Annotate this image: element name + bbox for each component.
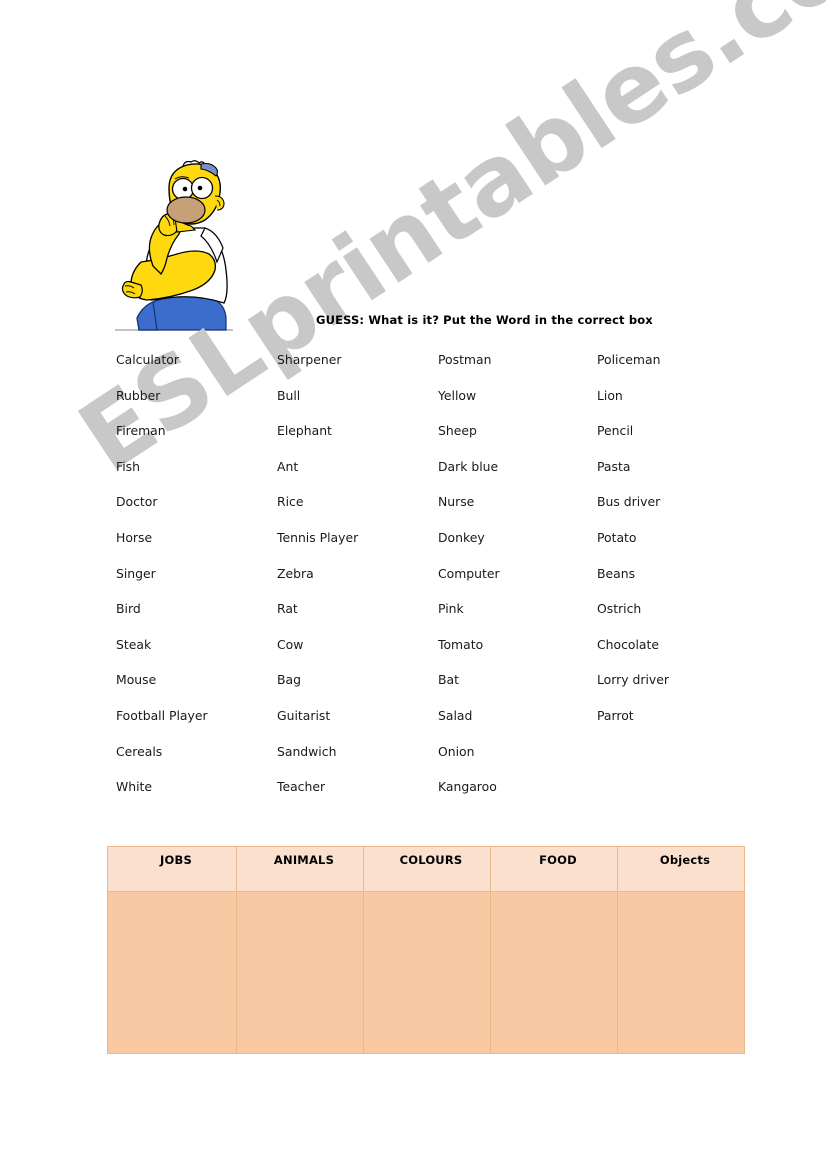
table-header-label: COLOURS [399, 853, 463, 867]
answer-cell-animals[interactable] [236, 891, 364, 1054]
word-item: Fish [116, 458, 140, 474]
table-header-colours: COLOURS [363, 846, 491, 892]
word-item: Parrot [597, 707, 634, 723]
answer-cell-colours[interactable] [363, 891, 491, 1054]
word-item: Mouse [116, 672, 157, 688]
word-item: Salad [438, 707, 473, 723]
word-item: Yellow [438, 387, 477, 403]
word-item: Elephant [277, 423, 332, 439]
word-item: Chocolate [597, 636, 659, 652]
word-item: Teacher [277, 779, 326, 795]
table-header-row: JOBS ANIMALS COLOURS FOOD Objects [107, 846, 745, 892]
table-header-label: ANIMALS [273, 853, 335, 867]
answer-cell-jobs[interactable] [107, 891, 237, 1054]
word-item: Dark blue [438, 458, 499, 474]
word-item: Sandwich [277, 743, 337, 759]
table-header-label: FOOD [539, 853, 577, 867]
word-item: Tennis Player [277, 529, 359, 545]
word-item: Doctor [116, 494, 158, 510]
word-item: Ostrich [597, 601, 642, 617]
word-item: Sheep [438, 423, 477, 439]
table-header-animals: ANIMALS [236, 846, 364, 892]
word-item: Nurse [438, 494, 475, 510]
word-item: Pink [438, 601, 464, 617]
table-row [107, 891, 745, 1054]
word-item: Guitarist [277, 707, 331, 723]
word-item: White [116, 779, 153, 795]
table-header-label: JOBS [160, 853, 192, 867]
word-item: Calculator [116, 352, 179, 367]
word-item: Lion [597, 387, 623, 403]
word-item: Singer [116, 565, 156, 581]
table-header-label: Objects [659, 853, 711, 867]
word-item: Bus driver [597, 494, 661, 510]
word-item: Tomato [438, 636, 484, 652]
word-item: Cow [277, 636, 304, 652]
word-column-2: Sharpener Bull Elephant Ant Rice Tennis … [277, 352, 358, 815]
word-item: Pencil [597, 423, 634, 439]
word-item: Rat [277, 601, 298, 617]
word-item: Bird [116, 601, 141, 617]
word-item: Fireman [116, 423, 166, 439]
word-item: Policeman [597, 352, 661, 367]
word-item: Rice [277, 494, 304, 510]
word-item: Computer [438, 565, 500, 581]
word-item: Horse [116, 529, 153, 545]
table-header-objects: Objects [617, 846, 745, 892]
table-header-jobs: JOBS [107, 846, 237, 892]
word-column-4: Policeman Lion Pencil Pasta Bus driver P… [597, 352, 669, 744]
word-item: Onion [438, 743, 475, 759]
word-item: Kangaroo [438, 779, 497, 795]
word-item: Pasta [597, 458, 631, 474]
word-item: Ant [277, 458, 299, 474]
word-item: Potato [597, 529, 637, 545]
word-item: Bat [438, 672, 459, 688]
word-item: Sharpener [277, 352, 342, 367]
word-item: Rubber [116, 387, 161, 403]
word-item: Steak [116, 636, 152, 652]
word-item: Beans [597, 565, 636, 581]
word-item: Lorry driver [597, 672, 669, 688]
category-sorting-table: JOBS ANIMALS COLOURS FOOD Objects [107, 846, 745, 1054]
page-title: GUESS: What is it? Put the Word in the c… [316, 313, 653, 327]
worksheet-page: ESLprintables.com GUESS: What is it? Put… [0, 0, 826, 1169]
word-item: Bag [277, 672, 301, 688]
word-item: Cereals [116, 743, 163, 759]
word-item: Bull [277, 387, 301, 403]
word-column-3: Postman Yellow Sheep Dark blue Nurse Don… [438, 352, 500, 815]
homer-simpson-thinking-image [113, 158, 235, 333]
word-item: Postman [438, 352, 492, 367]
word-item: Donkey [438, 529, 485, 545]
answer-cell-objects[interactable] [617, 891, 745, 1054]
word-item: Zebra [277, 565, 314, 581]
table-header-food: FOOD [490, 846, 618, 892]
word-item: Football Player [116, 707, 208, 723]
word-column-1: Calculator Rubber Fireman Fish Doctor Ho… [116, 352, 208, 815]
answer-cell-food[interactable] [490, 891, 618, 1054]
